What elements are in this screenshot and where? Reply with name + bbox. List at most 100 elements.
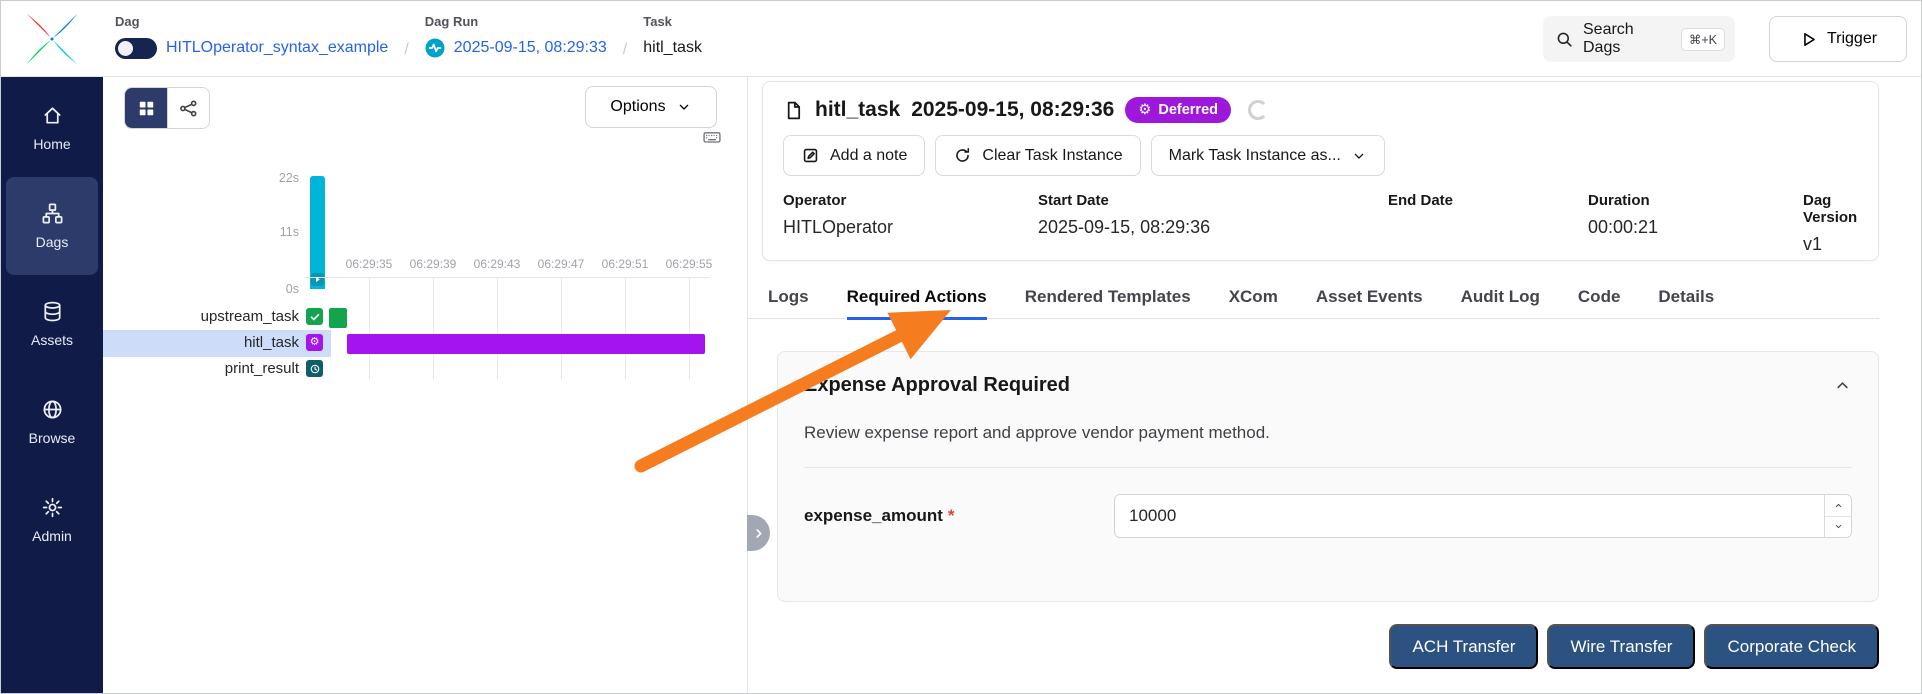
tab-asset-events[interactable]: Asset Events [1316, 277, 1423, 320]
sidebar-item-label: Home [33, 136, 70, 152]
graph-view-button[interactable] [167, 88, 209, 128]
admin-gear-icon [41, 496, 64, 519]
options-label: Options [610, 98, 665, 116]
stepper-down-button[interactable] [1825, 516, 1851, 538]
sidebar-item-home[interactable]: Home [6, 79, 98, 177]
home-icon [41, 104, 64, 127]
play-icon [1799, 30, 1818, 49]
dag-name-link[interactable]: HITLOperator_syntax_example [166, 39, 388, 57]
task-action-buttons: Add a note Clear Task Instance Mark Task… [783, 135, 1858, 176]
tab-required-actions[interactable]: Required Actions [847, 277, 987, 320]
meta-value: 00:00:21 [1588, 217, 1803, 238]
panel-collapse-handle[interactable] [747, 515, 770, 551]
dag-run-link[interactable]: 2025-09-15, 08:29:33 [454, 39, 607, 57]
gantt-xtick: 06:29:35 [334, 257, 404, 271]
gantt-row-label-hitl-task[interactable]: hitl_task [149, 332, 299, 354]
note-icon [801, 146, 820, 165]
wire-transfer-button[interactable]: Wire Transfer [1547, 624, 1695, 669]
grid-panel: Options 22s 11s 0s 06:29:35 06:29:39 06:… [103, 77, 747, 693]
meta-duration: Duration 00:00:21 [1588, 192, 1803, 255]
corporate-check-button[interactable]: Corporate Check [1704, 624, 1879, 669]
sidebar-item-label: Browse [29, 430, 76, 446]
gantt-row-label-upstream-task[interactable]: upstream_task [149, 306, 299, 328]
status-badge-label: Deferred [1158, 102, 1218, 118]
divider [804, 467, 1852, 468]
task-state-success-icon[interactable] [306, 308, 323, 325]
graph-view-icon [179, 99, 198, 118]
task-state-scheduled-icon[interactable] [306, 360, 323, 377]
gantt-row-label-print-result[interactable]: print_result [149, 358, 299, 380]
tab-code[interactable]: Code [1578, 277, 1621, 320]
sidebar-item-label: Admin [32, 528, 72, 544]
assets-database-icon [41, 300, 64, 323]
chevron-up-icon[interactable] [1833, 376, 1852, 395]
toggle-knob [118, 41, 133, 56]
trigger-button[interactable]: Trigger [1769, 16, 1907, 62]
clock-icon [309, 363, 321, 375]
task-state-deferred-icon[interactable]: ⚙ [306, 334, 323, 351]
task-run-timestamp: 2025-09-15, 08:29:36 [911, 98, 1114, 122]
gantt-xtick: 06:29:51 [590, 257, 660, 271]
meta-label: End Date [1388, 192, 1588, 209]
task-instance-card: hitl_task 2025-09-15, 08:29:36 ⚙ Deferre… [762, 81, 1879, 261]
expense-approval-card: Expense Approval Required Review expense… [777, 351, 1879, 602]
airflow-logo-icon[interactable] [25, 12, 79, 66]
ach-transfer-button[interactable]: ACH Transfer [1389, 624, 1538, 669]
add-note-button[interactable]: Add a note [783, 135, 925, 176]
keyboard-shortcuts-button[interactable] [699, 127, 725, 152]
meta-dag-version: Dag Version v1 [1803, 192, 1858, 255]
search-label: Search Dags [1583, 21, 1672, 57]
gantt-gridline [625, 277, 626, 380]
tab-xcom[interactable]: XCom [1229, 277, 1278, 320]
sidebar-item-assets[interactable]: Assets [6, 275, 98, 373]
gantt-bar-upstream-task[interactable] [329, 308, 347, 328]
expense-amount-label: expense_amount* [804, 506, 1114, 526]
run-state-icon [425, 38, 445, 58]
sidebar-item-dags[interactable]: Dags [6, 177, 98, 275]
keyboard-icon [699, 127, 725, 147]
breadcrumb-separator: / [623, 41, 627, 60]
field-label-text: expense_amount [804, 506, 943, 525]
tab-rendered-templates[interactable]: Rendered Templates [1025, 277, 1191, 320]
chevron-up-icon [1833, 501, 1844, 510]
approval-card-description: Review expense report and approve vendor… [804, 423, 1852, 443]
sidebar-item-label: Assets [31, 332, 73, 348]
sidebar-item-browse[interactable]: Browse [6, 373, 98, 471]
meta-label: Duration [1588, 192, 1803, 209]
chevron-right-icon [752, 527, 765, 540]
breadcrumb-separator: / [404, 41, 408, 60]
meta-value: v1 [1803, 234, 1858, 255]
gear-glyph-icon: ⚙ [1138, 102, 1151, 118]
task-instance-panel: hitl_task 2025-09-15, 08:29:36 ⚙ Deferre… [747, 77, 1921, 693]
gantt-ytick: 22s [255, 171, 299, 185]
clear-task-instance-button[interactable]: Clear Task Instance [935, 135, 1140, 176]
approval-card-title: Expense Approval Required [804, 374, 1070, 397]
tab-details[interactable]: Details [1658, 277, 1714, 320]
breadcrumb-task: Task hitl_task [643, 14, 702, 60]
expense-amount-field-row: expense_amount* [804, 494, 1852, 538]
options-button[interactable]: Options [585, 86, 717, 128]
expense-amount-input[interactable] [1114, 494, 1852, 538]
sidebar-item-admin[interactable]: Admin [6, 471, 98, 569]
number-stepper [1824, 495, 1851, 537]
gantt-gridline [369, 277, 370, 380]
gantt-bar-hitl-task[interactable] [347, 334, 705, 354]
grid-view-button[interactable] [125, 88, 167, 128]
sidebar-item-label: Dags [36, 234, 69, 250]
gantt-gridline [561, 277, 562, 380]
mark-task-instance-as-button[interactable]: Mark Task Instance as... [1151, 135, 1385, 176]
task-name: hitl_task [815, 98, 900, 122]
mark-task-instance-as-label: Mark Task Instance as... [1169, 147, 1341, 165]
meta-label: Operator [783, 192, 1038, 209]
stepper-up-button[interactable] [1825, 495, 1851, 516]
meta-value: 2025-09-15, 08:29:36 [1038, 217, 1388, 238]
meta-label: Start Date [1038, 192, 1388, 209]
tab-audit-log[interactable]: Audit Log [1461, 277, 1540, 320]
tab-logs[interactable]: Logs [768, 277, 809, 320]
search-dags-box[interactable]: Search Dags ⌘+K [1543, 16, 1735, 62]
chevron-down-icon [1833, 522, 1844, 531]
dag-pause-toggle[interactable] [115, 38, 157, 59]
grid-view-icon [137, 99, 156, 118]
task-document-icon [783, 100, 804, 121]
meta-label: Dag Version [1803, 192, 1858, 226]
